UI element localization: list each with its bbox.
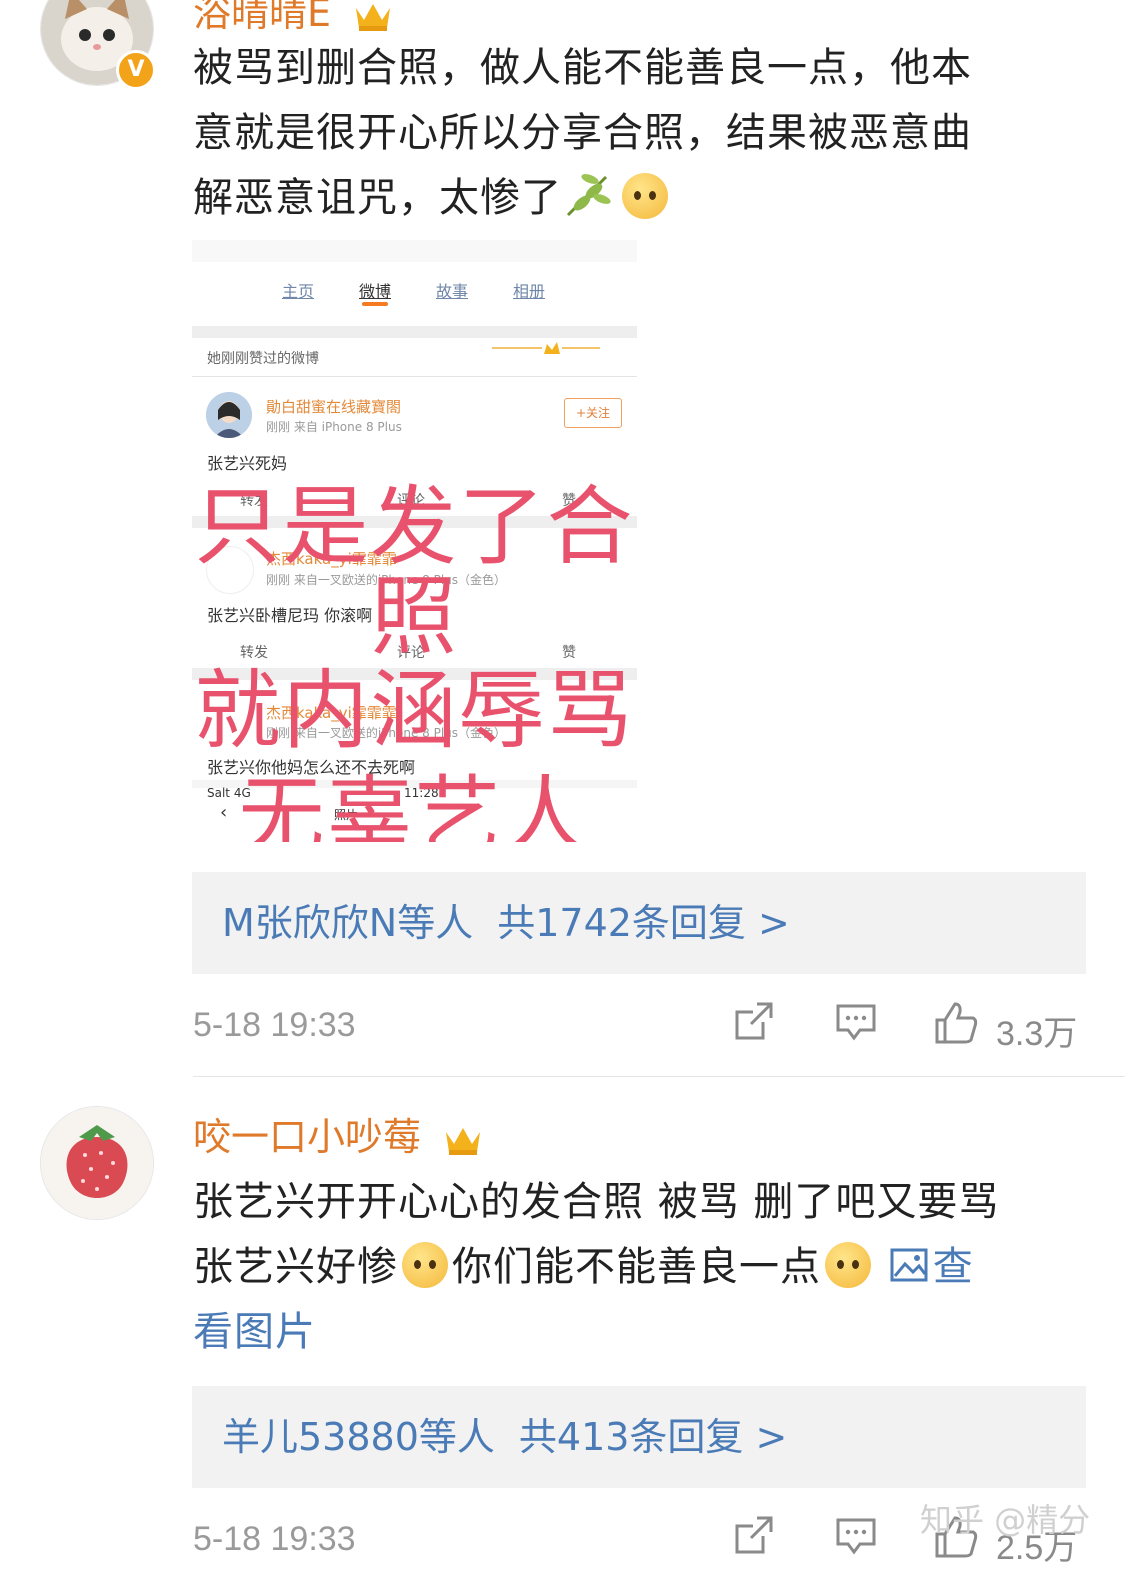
avatar[interactable] [40, 1106, 154, 1220]
comment-line: 被骂到删合照，做人能不能善良一点，他本 [193, 45, 972, 91]
tab-weibo: 微博 [359, 282, 392, 301]
follow-button: +关注 [564, 398, 622, 428]
reply-users[interactable]: M张欣欣N等人 [222, 901, 473, 945]
picture-icon [890, 1248, 928, 1282]
comment-text: 张艺兴开开心心的发合照 被骂 删了吧又要骂 张艺兴好惨 你们能不能善良一点 查 看… [193, 1170, 1063, 1365]
leaf-icon [566, 174, 611, 217]
comment-line-text: 解恶意诅咒，太惨了 [193, 175, 562, 221]
tab-indicator [362, 302, 388, 306]
comment-meta: 5-18 19:33 3.3万 [193, 1000, 1093, 1060]
overlay-text: 只是发了合 [194, 477, 635, 577]
crown-icon [356, 3, 391, 31]
username[interactable]: 浴晴晴E [193, 0, 393, 37]
share-icon[interactable] [733, 1514, 775, 1556]
comment-line-text: 张艺兴好惨 [193, 1244, 398, 1290]
reply-summary[interactable]: M张欣欣N等人 共1742条回复 > [192, 872, 1086, 974]
crown-decoration-icon [492, 342, 600, 354]
embedded-screenshot[interactable]: 主页 微博 故事 相册 她刚刚赞过的微博 勛白甜蜜在线藏寶閤 刚刚 来自 iPh… [192, 240, 637, 842]
tab-story: 故事 [436, 282, 469, 301]
comment-icon[interactable] [834, 1514, 878, 1556]
comment-line: 张艺兴开开心心的发合照 被骂 删了吧又要骂 [193, 1179, 1000, 1225]
tab-home: 主页 [282, 282, 315, 301]
overlay-text: 照 [370, 567, 459, 667]
tab-album: 相册 [513, 282, 546, 301]
profile-tabs: 主页 微博 故事 相册 [192, 270, 637, 310]
comment-line: 解恶意诅咒，太惨了 [193, 166, 1063, 231]
share-icon[interactable] [733, 1000, 775, 1042]
like-icon[interactable] [933, 1000, 979, 1046]
pleading-face-icon [622, 173, 668, 219]
username-text[interactable]: 浴晴晴E [193, 0, 331, 35]
username-text[interactable]: 咬一口小吵莓 [193, 1115, 421, 1159]
view-picture-link[interactable]: 查 [889, 1244, 974, 1290]
like-count: 3.3万 [996, 1015, 1078, 1053]
comment-line-text: 你们能不能善良一点 [452, 1244, 821, 1290]
crown-icon [446, 1127, 481, 1155]
watermark: 知乎 @精分 [920, 1501, 1091, 1539]
reply-summary[interactable]: 羊儿53880等人 共413条回复 > [192, 1386, 1086, 1488]
overlay-text: 就内涵辱骂 [194, 661, 635, 761]
overlay-text: 无辜艺人 [238, 767, 591, 842]
comment-line: 意就是很开心所以分享合照，结果被恶意曲 [193, 110, 972, 156]
username[interactable]: 咬一口小吵莓 [193, 1106, 483, 1161]
post-avatar [206, 392, 252, 438]
pleading-face-icon [402, 1242, 448, 1288]
post-author: 勛白甜蜜在线藏寶閤 [266, 398, 402, 416]
view-picture-text[interactable]: 查 [933, 1244, 974, 1290]
reply-count-link[interactable]: 共413条回复 > [519, 1415, 787, 1459]
timestamp: 5-18 19:33 [193, 1006, 356, 1044]
verified-v-icon: V [116, 50, 156, 90]
comment-icon[interactable] [834, 1000, 878, 1042]
view-picture-text[interactable]: 看图片 [193, 1300, 1063, 1365]
post-text: 张艺兴死妈 [207, 454, 288, 473]
comment-line: 张艺兴好惨 你们能不能善良一点 查 [193, 1235, 1063, 1300]
pleading-face-icon [825, 1242, 871, 1288]
divider [193, 1076, 1125, 1077]
reply-users[interactable]: 羊儿53880等人 [222, 1415, 495, 1459]
reply-count-link[interactable]: 共1742条回复 > [497, 901, 790, 945]
post-meta: 刚刚 来自 iPhone 8 Plus [266, 420, 402, 434]
comment-text: 被骂到删合照，做人能不能善良一点，他本 意就是很开心所以分享合照，结果被恶意曲 … [193, 36, 1063, 231]
timestamp: 5-18 19:33 [193, 1520, 356, 1558]
liked-header: 她刚刚赞过的微博 [207, 351, 319, 367]
